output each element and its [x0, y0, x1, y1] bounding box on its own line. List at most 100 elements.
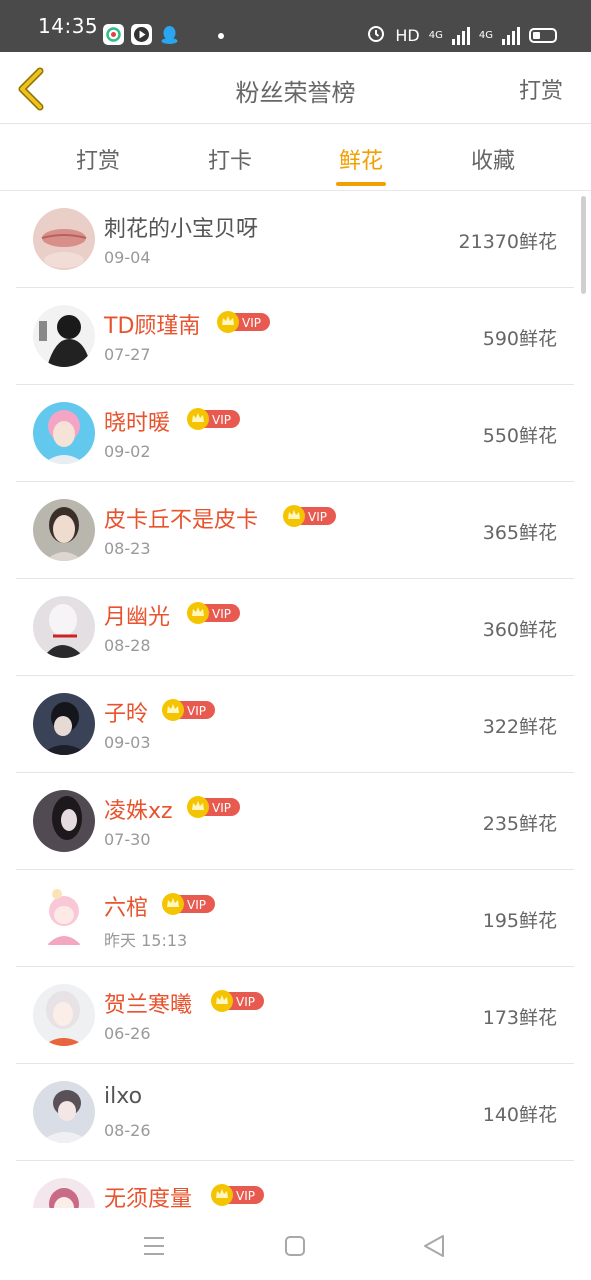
flower-count: 550鲜花: [482, 425, 557, 447]
avatar: [33, 402, 95, 464]
vip-label: VIP: [187, 704, 206, 718]
back-nav-button[interactable]: [414, 1226, 454, 1266]
list-item[interactable]: 贺兰寒曦 VIP 06-26 173鲜花: [16, 967, 574, 1064]
vip-badge: VIP: [187, 602, 240, 624]
avatar: [33, 887, 95, 949]
app-icon-2: [131, 24, 152, 45]
fan-name: TD顾瑾南: [104, 314, 201, 339]
vip-label: VIP: [236, 995, 255, 1009]
vip-label: VIP: [308, 510, 327, 524]
avatar: [33, 984, 95, 1046]
fan-name: 月幽光: [104, 605, 171, 630]
flower-count: 360鲜花: [482, 619, 557, 641]
reward-button[interactable]: 打赏: [519, 73, 563, 105]
system-nav-bar: [0, 1208, 591, 1280]
fan-name: 皮卡丘不是皮卡: [104, 508, 259, 533]
list-item[interactable]: TD顾瑾南 VIP 07-27 590鲜花: [16, 288, 574, 385]
tab-flowers[interactable]: 鲜花: [311, 143, 411, 175]
app-icon-1: [103, 24, 124, 45]
vip-label: VIP: [212, 607, 231, 621]
fan-list: 刺花的小宝贝呀 09-04 21370鲜花 TD顾瑾南 VIP 07-27 59…: [0, 191, 591, 1208]
home-button[interactable]: [275, 1226, 315, 1266]
fan-name: ilxo: [104, 1084, 143, 1109]
battery-icon: [529, 27, 557, 43]
menu-icon: [144, 1237, 164, 1255]
list-item[interactable]: 凌姝xz VIP 07-30 235鲜花: [16, 773, 574, 870]
vip-label: VIP: [212, 413, 231, 427]
fan-date: 07-30: [104, 830, 151, 849]
fan-name: 贺兰寒曦: [104, 993, 193, 1018]
list-item[interactable]: 无须度量 VIP: [16, 1161, 574, 1208]
hd-label: HD: [395, 25, 420, 45]
fan-name: 凌姝xz: [104, 799, 173, 824]
list-item[interactable]: 子昤 VIP 09-03 322鲜花: [16, 676, 574, 773]
avatar: [33, 208, 95, 270]
list-item[interactable]: 晓时暖 VIP 09-02 550鲜花: [16, 385, 574, 482]
flower-count: 21370鲜花: [458, 231, 557, 253]
flower-count: 590鲜花: [482, 328, 557, 350]
vip-label: VIP: [187, 898, 206, 912]
avatar: [33, 596, 95, 658]
avatar: [33, 499, 95, 561]
active-tab-indicator: [336, 182, 386, 186]
fan-date: 08-26: [104, 1121, 151, 1140]
page-title: 粉丝荣誉榜: [235, 79, 356, 107]
vip-badge: VIP: [162, 699, 215, 721]
fan-date: 07-27: [104, 345, 151, 364]
flower-count: 195鲜花: [482, 910, 557, 932]
vip-label: VIP: [242, 316, 261, 330]
fan-date: 09-03: [104, 733, 151, 752]
avatar: [33, 1178, 95, 1208]
fan-date: 08-28: [104, 636, 151, 655]
menu-button[interactable]: [134, 1226, 174, 1266]
fan-date: 06-26: [104, 1024, 151, 1043]
tab-favorites[interactable]: 收藏: [443, 143, 543, 175]
vip-badge: VIP: [187, 796, 240, 818]
flower-count: 365鲜花: [482, 522, 557, 544]
avatar: [33, 693, 95, 755]
flower-count: 140鲜花: [482, 1104, 557, 1126]
scrollbar[interactable]: [581, 196, 586, 294]
fan-date: 08-23: [104, 539, 151, 558]
avatar: [33, 790, 95, 852]
signal-icon-2: [502, 25, 520, 45]
vip-badge: VIP: [217, 311, 270, 333]
vip-badge: VIP: [211, 990, 264, 1012]
fan-name: 晓时暖: [104, 411, 171, 436]
signal-label-2: 4G: [478, 29, 493, 41]
vip-label: VIP: [212, 801, 231, 815]
list-item[interactable]: 六棺 VIP 昨天 15:13 195鲜花: [16, 870, 574, 967]
notification-dot: [218, 33, 224, 39]
qq-icon: [159, 24, 180, 45]
header: 粉丝荣誉榜 打赏: [0, 52, 591, 124]
vip-label: VIP: [236, 1189, 255, 1203]
fan-name: 刺花的小宝贝呀: [104, 217, 259, 242]
list-item[interactable]: 刺花的小宝贝呀 09-04 21370鲜花: [16, 191, 574, 288]
avatar: [33, 1081, 95, 1143]
tab-bar: 打赏 打卡 鲜花 收藏: [0, 125, 591, 191]
vip-badge: VIP: [162, 893, 215, 915]
tab-reward[interactable]: 打赏: [48, 143, 148, 175]
signal-label-1: 4G: [428, 29, 443, 41]
back-triangle-icon: [424, 1235, 444, 1257]
alarm-icon: [366, 23, 386, 47]
avatar: [33, 305, 95, 367]
list-item[interactable]: 皮卡丘不是皮卡 VIP 08-23 365鲜花: [16, 482, 574, 579]
fan-name: 子昤: [104, 702, 149, 727]
fan-date: 昨天 15:13: [104, 931, 188, 950]
status-indicators: HD 4G 4G: [366, 22, 557, 48]
flower-count: 322鲜花: [482, 716, 557, 738]
signal-icon-1: [451, 25, 470, 45]
status-bar: 14:35 HD 4G 4G: [0, 0, 591, 52]
fan-name: 无须度量: [104, 1187, 193, 1208]
list-item[interactable]: 月幽光 VIP 08-28 360鲜花: [16, 579, 574, 676]
flower-count: 173鲜花: [482, 1007, 557, 1029]
list-item[interactable]: ilxo 08-26 140鲜花: [16, 1064, 574, 1161]
vip-badge: VIP: [187, 408, 240, 430]
flower-count: 235鲜花: [482, 813, 557, 835]
vip-badge: VIP: [283, 505, 336, 527]
fan-date: 09-02: [104, 442, 151, 461]
home-square-icon: [285, 1236, 305, 1256]
fan-name: 六棺: [104, 896, 149, 921]
tab-checkin[interactable]: 打卡: [180, 143, 280, 175]
